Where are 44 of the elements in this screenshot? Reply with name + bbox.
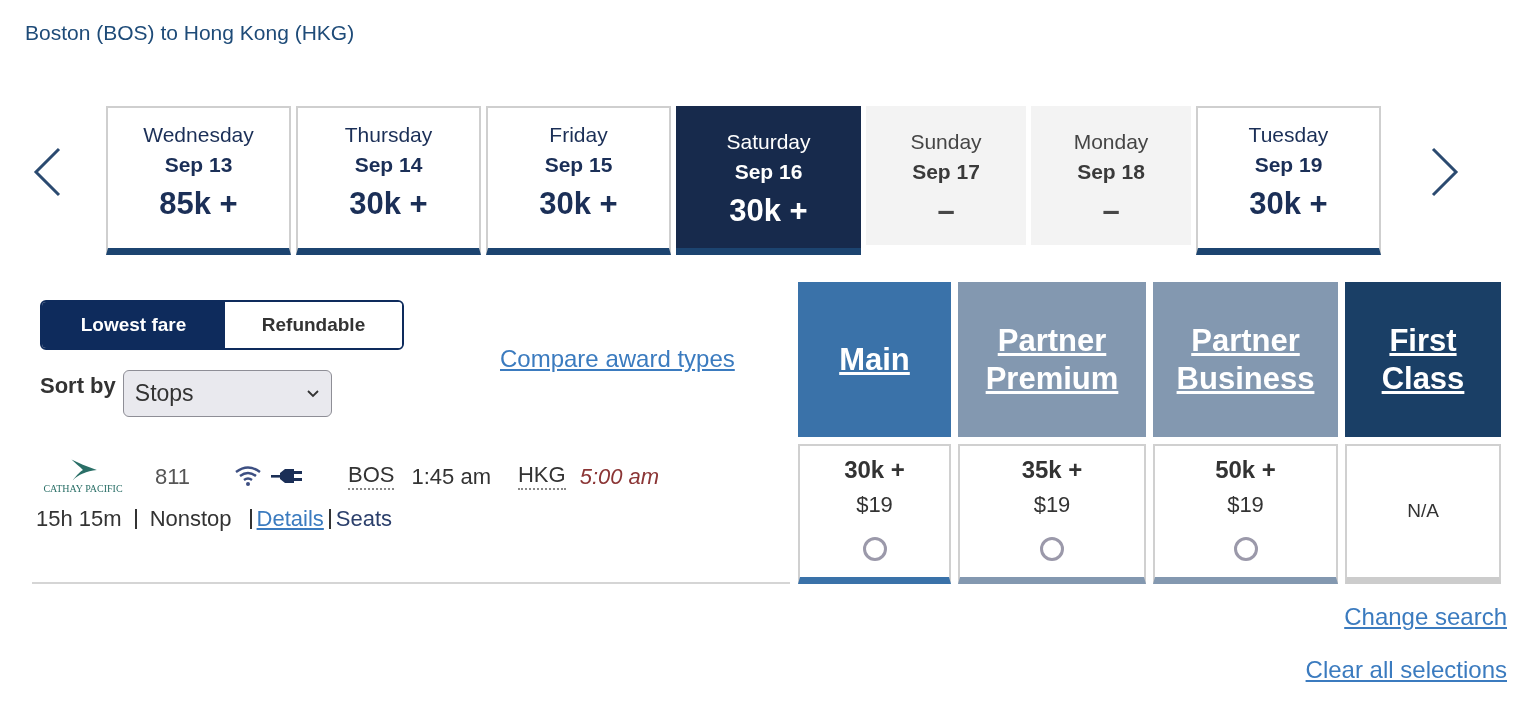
fare-cell[interactable]: 50k + $19 <box>1153 444 1338 584</box>
radio-button[interactable] <box>1233 537 1258 561</box>
origin-airport: BOS <box>348 462 395 490</box>
unavailable-note: N/A <box>1407 499 1439 524</box>
taxes-price: $19 <box>1227 491 1264 519</box>
details-link[interactable]: Details <box>256 504 324 534</box>
page-link[interactable]: Change search <box>1344 602 1507 632</box>
fare-type-tab[interactable]: Lowest fare <box>42 302 225 348</box>
departure-time: 1:45 am <box>411 462 491 491</box>
airline-logo-text: CATHAY PACIFIC <box>43 481 123 495</box>
sort-label: Sort by <box>40 372 116 400</box>
radio-button[interactable] <box>862 537 887 561</box>
fare-cell[interactable]: 30k + $19 <box>798 444 951 584</box>
compare-award-types-link[interactable]: Compare award types <box>500 344 735 374</box>
taxes-price: $19 <box>856 491 893 519</box>
power-plug-icon <box>271 468 303 484</box>
chevron-right-icon[interactable] <box>1431 147 1459 197</box>
wifi-icon <box>235 466 261 486</box>
miles-price: 50k + <box>1215 455 1276 485</box>
seats-link[interactable]: Seats <box>335 504 393 534</box>
radio-button[interactable] <box>1040 537 1064 561</box>
route-title: Boston (BOS) to Hong Kong (HKG) <box>24 20 356 46</box>
fare-class-link[interactable]: Main <box>839 340 910 379</box>
fare-class-link[interactable]: First Class <box>1345 321 1501 398</box>
page-link[interactable]: Clear all selections <box>1305 655 1507 685</box>
flight-duration: 15h 15m <box>36 505 122 533</box>
flight-number: 811 <box>155 462 192 491</box>
arrival-time: 5:00 am <box>579 462 660 491</box>
chevron-left-icon[interactable] <box>33 147 61 197</box>
caret-icon <box>306 389 319 398</box>
date-tile[interactable]: Monday Sep 18 – <box>1031 106 1191 245</box>
date-tile[interactable]: Thursday Sep 14 30k + <box>296 106 481 255</box>
date-tile[interactable]: Sunday Sep 17 – <box>866 106 1026 245</box>
date-tile[interactable]: Tuesday Sep 19 30k + <box>1196 106 1381 255</box>
date-tile[interactable]: Friday Sep 15 30k + <box>486 106 671 255</box>
destination-airport: HKG <box>517 462 566 490</box>
sort-dropdown[interactable]: Stops <box>122 370 332 417</box>
fare-cell[interactable]: 35k + $19 <box>958 444 1146 584</box>
taxes-price: $19 <box>1033 491 1071 519</box>
stops-info: Nonstop <box>149 505 232 533</box>
miles-price: 30k + <box>844 455 905 485</box>
date-tile[interactable]: Wednesday Sep 13 85k + <box>106 106 291 255</box>
date-tile[interactable]: Saturday Sep 16 30k + <box>676 106 861 255</box>
miles-price: 35k + <box>1021 455 1083 485</box>
